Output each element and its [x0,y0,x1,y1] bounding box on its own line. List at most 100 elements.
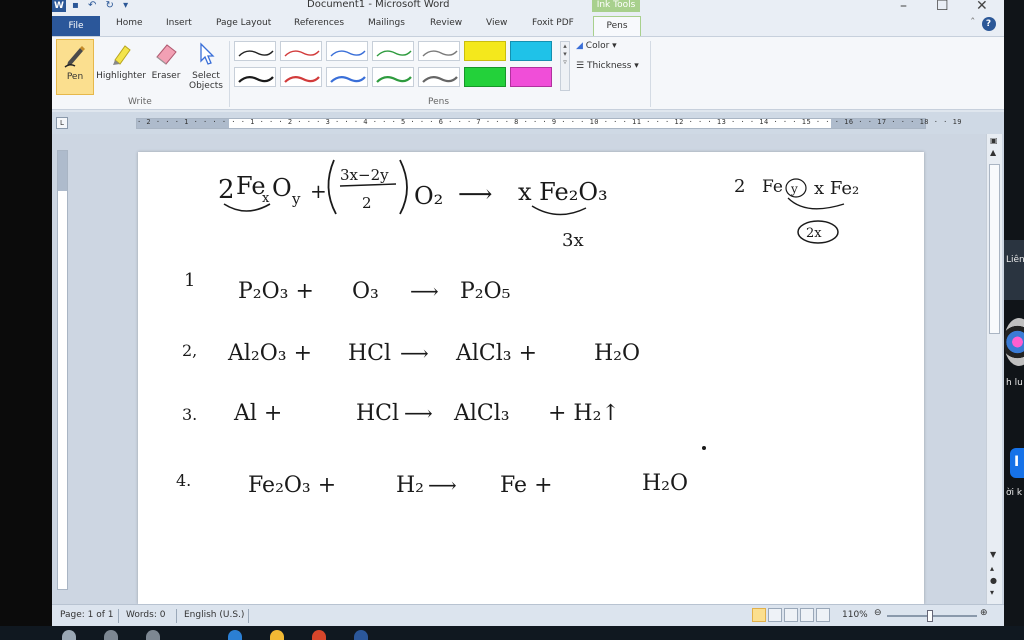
highlighter-button[interactable]: Highlighter [96,39,146,95]
zoom-slider-knob[interactable] [927,610,933,622]
tab-selector[interactable]: L [56,117,68,129]
thickness-dropdown[interactable]: ☰ Thickness ▾ [576,61,639,71]
qat-dropdown-icon[interactable]: ▾ [123,0,128,11]
zoom-level[interactable]: 110% [842,610,868,620]
pen-stroke-icon [376,75,412,83]
tab-pens[interactable]: Pens [593,16,641,36]
draft-view-icon[interactable] [816,608,830,622]
web-layout-icon[interactable] [784,608,798,622]
start-icon[interactable] [62,630,76,640]
language-indicator[interactable]: English (U.S.) [184,610,244,620]
scroll-down-icon[interactable]: ▼ [990,550,996,559]
row-reactant-2: HCl [356,401,399,426]
highlighter-icon [113,45,131,65]
pen-swatch[interactable] [280,41,322,61]
ruler-toggle-icon[interactable]: ▣ [990,136,998,145]
browser-icon[interactable] [312,630,326,640]
ink-right-coef: 2 [734,176,745,197]
row-number: 3. [182,405,197,424]
ink-tools-group-label: Ink Tools [592,0,640,12]
tab-references[interactable]: References [294,18,344,28]
ink-canvas[interactable]: 2 Fe x O y + 3x−2y 2 O₂ ⟶ x Fe₂O₃ 3x 2 F… [138,152,924,604]
tab-view[interactable]: View [486,18,507,28]
color-pen-icon: ◢ [576,41,583,51]
print-layout-view-icon[interactable] [752,608,766,622]
chat-app-icon[interactable]: I [1010,448,1024,478]
save-icon[interactable]: ▪ [72,0,79,11]
ink-top-coef: 2 [218,175,235,205]
vertical-scrollbar[interactable]: ▣ ▲ ▼ ▴ ● ▾ [986,134,1002,604]
document-page[interactable]: 2 Fe x O y + 3x−2y 2 O₂ ⟶ x Fe₂O₃ 3x 2 F… [138,152,924,604]
outline-view-icon[interactable] [800,608,814,622]
pen-swatch[interactable] [418,41,460,61]
maximize-icon[interactable]: ☐ [936,0,949,14]
edge-icon[interactable] [228,630,242,640]
side-label-3: ời k [1006,488,1023,498]
word-count[interactable]: Words: 0 [126,610,165,620]
tab-mailings[interactable]: Mailings [368,18,405,28]
row-product-1: AlCl₃ + [455,341,537,366]
pen-swatch[interactable] [280,67,322,87]
minimize-icon[interactable]: – [900,0,907,14]
pen-swatch[interactable] [372,41,414,61]
task-view-icon[interactable] [146,630,160,640]
ink-fraction-bar [339,183,397,187]
close-icon[interactable]: ✕ [976,0,988,14]
highlighter-swatch[interactable] [464,67,506,87]
eraser-button-label: Eraser [151,71,181,81]
pen-swatch[interactable] [326,41,368,61]
row-1: 1 P₂O₃ + O₃ ⟶ P₂O₅ [184,270,510,304]
tab-insert[interactable]: Insert [166,18,192,28]
screen: W ▪ ↶ ↻ ▾ Document1 - Microsoft Word Ink… [0,0,1024,640]
document-area: 2 Fe x O y + 3x−2y 2 O₂ ⟶ x Fe₂O₃ 3x 2 F… [52,134,1004,604]
help-icon[interactable]: ? [981,17,996,31]
file-explorer-icon[interactable] [270,630,284,640]
redo-icon[interactable]: ↻ [106,0,114,11]
next-page-icon[interactable]: ▾ [990,588,994,597]
search-icon[interactable] [104,630,118,640]
row-reactant-1: P₂O₃ + [238,279,314,304]
tab-home[interactable]: Home [116,18,143,28]
pens-gallery-scroll[interactable]: ▴ ▾ ▿ [560,41,570,91]
eraser-icon [156,44,177,65]
pen-button-label: Pen [66,72,84,82]
browse-object-icon[interactable]: ● [990,576,997,585]
vertical-ruler[interactable] [57,150,68,590]
highlighter-swatch[interactable] [510,67,552,87]
pens-group-label: Pens [428,97,450,107]
pen-swatch[interactable] [326,67,368,87]
minimize-ribbon-icon[interactable]: ˆ [970,16,976,29]
zoom-out-icon[interactable]: ⊖ [874,608,882,618]
tab-file[interactable]: File [52,16,100,36]
horizontal-ruler[interactable]: · 2 · · · 1 · · · · · · 1 · · · 2 · · · … [136,118,962,129]
undo-icon[interactable]: ↶ [88,0,96,11]
word-app-icon[interactable]: W [52,0,66,12]
scroll-up-icon[interactable]: ▲ [990,148,996,157]
highlighter-swatch[interactable] [510,41,552,61]
scroll-thumb[interactable] [989,164,1000,334]
color-dropdown[interactable]: ◢ Color ▾ [576,41,617,51]
select-objects-button[interactable]: Select Objects [186,39,226,95]
zoom-in-icon[interactable]: ⊕ [980,608,988,618]
pen-swatch[interactable] [372,67,414,87]
participant-tile[interactable] [1004,240,1024,300]
prev-page-icon[interactable]: ▴ [990,564,994,573]
word-taskbar-icon[interactable] [354,630,368,640]
eraser-button[interactable]: Eraser [148,39,184,95]
page-count[interactable]: Page: 1 of 1 [60,610,114,620]
ribbon-separator [650,41,651,107]
pen-button[interactable]: Pen [56,39,94,95]
pen-swatch[interactable] [234,67,276,87]
tab-page-layout[interactable]: Page Layout [216,18,271,28]
ribbon-pens: Pen Highlighter Eraser Select Objects Wr… [52,36,1004,110]
ink-underline-stroke [531,205,587,216]
chat-app-letter: I [1014,454,1020,470]
camera-app-icon[interactable] [1004,318,1024,366]
pen-swatch[interactable] [418,67,460,87]
tab-review[interactable]: Review [430,18,462,28]
highlighter-swatch[interactable] [464,41,506,61]
tab-foxit-pdf[interactable]: Foxit PDF [532,18,574,28]
zoom-slider[interactable] [887,610,977,622]
full-screen-reading-icon[interactable] [768,608,782,622]
pen-swatch[interactable] [234,41,276,61]
